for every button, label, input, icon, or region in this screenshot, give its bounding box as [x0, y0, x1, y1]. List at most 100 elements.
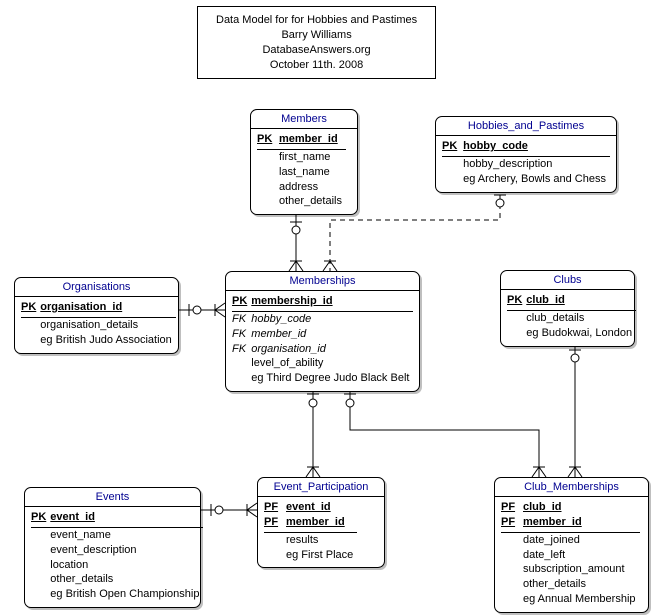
- entity-header: Members: [251, 110, 357, 129]
- key-label: [232, 356, 251, 371]
- attribute-label: other_details: [50, 572, 203, 587]
- entity-body: PKevent_idevent_nameevent_descriptionloc…: [25, 507, 200, 607]
- entity-hobbies: Hobbies_and_Pastimes PKhobby_codehobby_d…: [435, 116, 617, 193]
- attribute-label: event_id: [286, 500, 357, 515]
- attribute-label: organisation_id: [251, 342, 413, 357]
- entity-members: Members PKmember_idfirst_namelast_namead…: [250, 109, 358, 215]
- attribute-label: club_details: [526, 310, 636, 325]
- attribute-label: event_name: [50, 527, 203, 542]
- entity-events: Events PKevent_idevent_nameevent_descrip…: [24, 487, 201, 608]
- key-label: [264, 548, 286, 563]
- attribute-label: subscription_amount: [523, 562, 640, 577]
- key-label: PK: [21, 300, 40, 317]
- attribute-label: other_details: [279, 194, 346, 209]
- title-line4: October 11th. 2008: [216, 58, 417, 73]
- key-label: [264, 532, 286, 547]
- key-label: [31, 558, 50, 573]
- title-box: Data Model for for Hobbies and Pastimes …: [197, 6, 436, 79]
- entity-header: Event_Participation: [258, 478, 384, 497]
- attribute-label: other_details: [523, 577, 640, 592]
- key-label: PK: [442, 139, 463, 156]
- key-label: [507, 310, 526, 325]
- attribute-label: organisation_id: [40, 300, 175, 317]
- key-label: [31, 572, 50, 587]
- attribute-label: eg Third Degree Judo Black Belt: [251, 371, 413, 386]
- attribute-label: event_id: [50, 510, 203, 527]
- attribute-label: address: [279, 180, 346, 195]
- attribute-label: member_id: [523, 515, 640, 532]
- key-label: [501, 592, 523, 607]
- key-label: [232, 371, 251, 386]
- entity-header: Hobbies_and_Pastimes: [436, 117, 616, 136]
- attribute-label: organisation_details: [40, 317, 175, 332]
- title-line1: Data Model for for Hobbies and Pastimes: [216, 13, 417, 28]
- key-label: [257, 194, 279, 209]
- entity-club-memberships: Club_Memberships PFclub_idPFmember_iddat…: [494, 477, 649, 613]
- entity-body: PKmember_idfirst_namelast_nameaddressoth…: [251, 129, 357, 214]
- attribute-label: date_joined: [523, 532, 640, 547]
- key-label: [507, 326, 526, 341]
- key-label: PK: [232, 294, 251, 311]
- attribute-label: eg British Judo Association: [40, 333, 175, 348]
- entity-body: PKorganisation_idorganisation_detailseg …: [15, 297, 178, 353]
- key-label: [31, 543, 50, 558]
- attribute-label: club_id: [523, 500, 640, 515]
- attribute-label: hobby_code: [463, 139, 610, 156]
- attribute-label: club_id: [526, 293, 636, 310]
- key-label: [501, 532, 523, 547]
- entity-header: Organisations: [15, 278, 178, 297]
- attribute-label: location: [50, 558, 203, 573]
- attribute-label: hobby_description: [463, 156, 610, 171]
- key-label: PF: [264, 500, 286, 515]
- entity-header: Club_Memberships: [495, 478, 648, 497]
- key-label: [257, 149, 279, 164]
- key-label: [257, 180, 279, 195]
- entity-body: PFevent_idPFmember_idresultseg First Pla…: [258, 497, 384, 567]
- title-line2: Barry Williams: [216, 28, 417, 43]
- key-label: PF: [264, 515, 286, 532]
- attribute-label: member_id: [286, 515, 357, 532]
- key-label: FK: [232, 342, 251, 357]
- key-label: PK: [31, 510, 50, 527]
- key-label: PK: [507, 293, 526, 310]
- attribute-label: member_id: [279, 132, 346, 149]
- attribute-label: results: [286, 532, 357, 547]
- key-label: [501, 562, 523, 577]
- attribute-label: level_of_ability: [251, 356, 413, 371]
- key-label: FK: [232, 327, 251, 342]
- attribute-label: date_left: [523, 548, 640, 563]
- title-line3: DatabaseAnswers.org: [216, 43, 417, 58]
- attribute-label: eg British Open Championship: [50, 587, 203, 602]
- key-label: [21, 317, 40, 332]
- entity-body: PKhobby_codehobby_descriptioneg Archery,…: [436, 136, 616, 192]
- key-label: [501, 577, 523, 592]
- key-label: [21, 333, 40, 348]
- attribute-label: member_id: [251, 327, 413, 342]
- attribute-label: eg Budokwai, London: [526, 326, 636, 341]
- attribute-label: membership_id: [251, 294, 413, 311]
- attribute-label: eg First Place: [286, 548, 357, 563]
- entity-event-participation: Event_Participation PFevent_idPFmember_i…: [257, 477, 385, 568]
- attribute-label: hobby_code: [251, 311, 413, 326]
- key-label: [442, 172, 463, 187]
- key-label: PF: [501, 500, 523, 515]
- key-label: [442, 156, 463, 171]
- key-label: PK: [257, 132, 279, 149]
- entity-body: PFclub_idPFmember_iddate_joineddate_left…: [495, 497, 648, 612]
- attribute-label: eg Archery, Bowls and Chess: [463, 172, 610, 187]
- key-label: FK: [232, 311, 251, 326]
- key-label: [31, 527, 50, 542]
- key-label: [257, 165, 279, 180]
- entity-body: PKclub_idclub_detailseg Budokwai, London: [501, 290, 634, 346]
- entity-clubs: Clubs PKclub_idclub_detailseg Budokwai, …: [500, 270, 635, 347]
- attribute-label: event_description: [50, 543, 203, 558]
- attribute-label: eg Annual Membership: [523, 592, 640, 607]
- entity-header: Memberships: [226, 272, 419, 291]
- entity-header: Events: [25, 488, 200, 507]
- key-label: [501, 548, 523, 563]
- attribute-label: first_name: [279, 149, 346, 164]
- entity-body: PKmembership_idFKhobby_codeFKmember_idFK…: [226, 291, 419, 391]
- entity-memberships: Memberships PKmembership_idFKhobby_codeF…: [225, 271, 420, 392]
- entity-header: Clubs: [501, 271, 634, 290]
- entity-organisations: Organisations PKorganisation_idorganisat…: [14, 277, 179, 354]
